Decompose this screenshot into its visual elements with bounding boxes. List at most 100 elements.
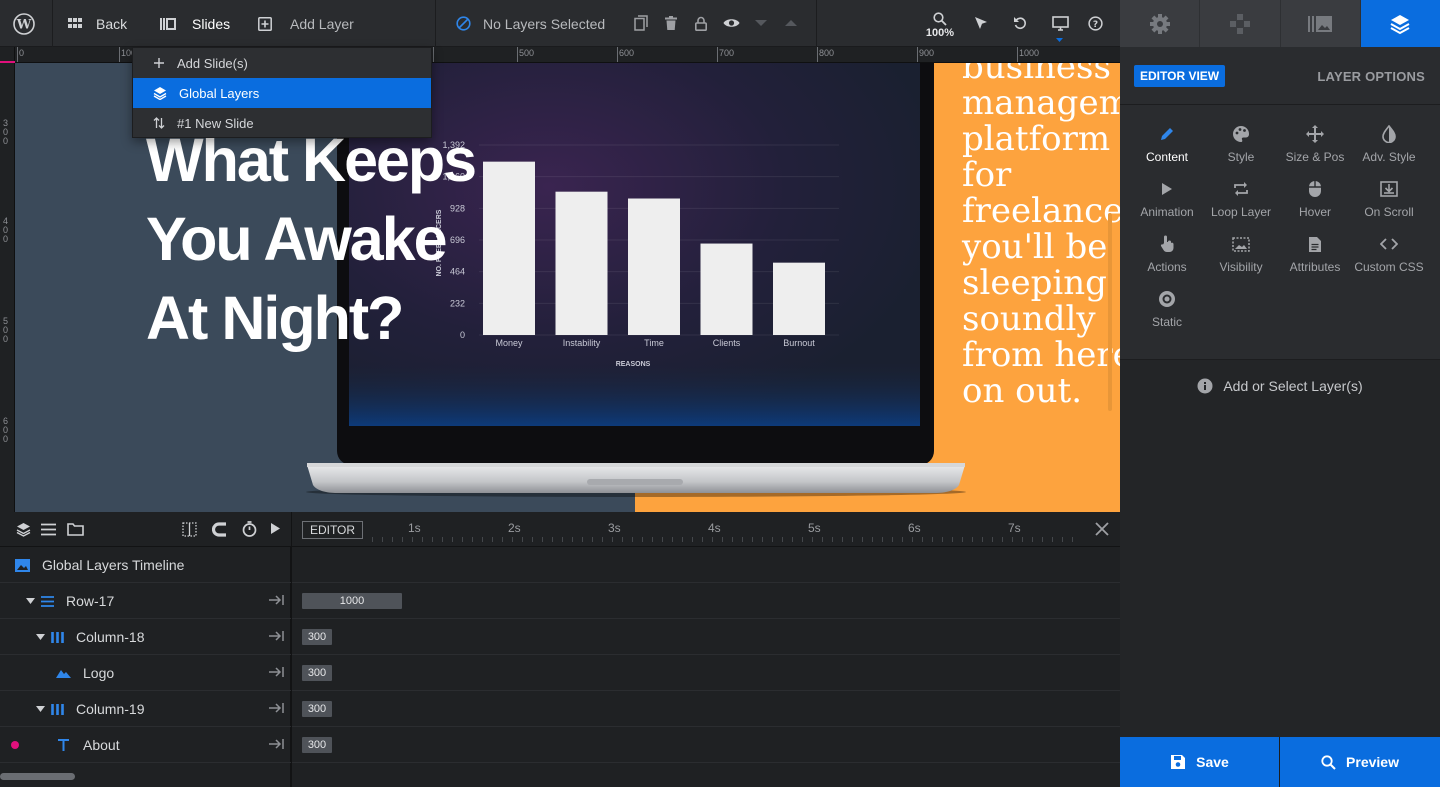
chart-bar-burnout xyxy=(773,262,825,335)
collapse-arrow-icon[interactable] xyxy=(268,593,285,607)
timeline-toolbar: EDITOR 1s 2s 3s 4s 5s 6s 7s xyxy=(0,512,1120,547)
option-size-pos[interactable]: Size & Pos xyxy=(1278,123,1352,175)
editor-view-button[interactable]: EDITOR VIEW xyxy=(1134,65,1226,87)
timeline-tick xyxy=(582,537,583,542)
collapse-arrow-icon[interactable] xyxy=(268,665,285,679)
timeline-tick xyxy=(512,537,513,542)
timeline-second-label: 1s xyxy=(408,521,421,535)
option-visibility[interactable]: Visibility xyxy=(1204,233,1278,285)
timeline-row-logo[interactable]: Logo 300 xyxy=(0,655,1120,691)
target-icon xyxy=(1159,291,1175,307)
play-icon xyxy=(1162,183,1172,195)
hand-pointer-icon xyxy=(1160,235,1174,253)
timeline-tick xyxy=(412,537,413,542)
timeline-row-row-17[interactable]: Row-17 1000 xyxy=(0,583,1120,619)
timeline-tick xyxy=(702,537,703,542)
visibility-button[interactable] xyxy=(722,14,740,32)
undo-button[interactable] xyxy=(1011,14,1029,32)
timeline-magnet-button[interactable] xyxy=(212,522,228,537)
option-custom-css[interactable]: Custom CSS xyxy=(1352,233,1426,285)
menu-item-new-slide[interactable]: #1 New Slide xyxy=(133,108,431,138)
device-desktop-button[interactable] xyxy=(1051,14,1069,32)
timeline-bar[interactable]: 300 xyxy=(302,629,332,645)
timeline-row-column-19[interactable]: Column-19 300 xyxy=(0,691,1120,727)
row-icon xyxy=(41,595,54,607)
timeline-row-column-18[interactable]: Column-18 300 xyxy=(0,619,1120,655)
move-down-button[interactable] xyxy=(752,14,770,32)
tab-navigation[interactable] xyxy=(1200,0,1281,47)
option-style[interactable]: Style xyxy=(1204,123,1278,175)
collapse-arrow-icon[interactable] xyxy=(268,737,285,751)
timeline-layers-button[interactable] xyxy=(16,522,31,537)
timeline-folder-button[interactable] xyxy=(67,522,84,536)
add-layer-button[interactable]: Add Layer xyxy=(258,0,354,47)
timeline-bar[interactable]: 1000 xyxy=(302,593,402,609)
option-hover[interactable]: Hover xyxy=(1278,178,1352,230)
timeline-tick xyxy=(802,537,803,542)
lock-button[interactable] xyxy=(692,14,710,32)
layers-icon xyxy=(16,523,31,537)
timeline-second-label: 2s xyxy=(508,521,521,535)
timeline-tick xyxy=(552,537,553,542)
timeline-bar[interactable]: 300 xyxy=(302,701,332,717)
collapse-arrow-icon[interactable] xyxy=(268,701,285,715)
back-button[interactable]: Back xyxy=(68,0,127,47)
timeline-bar[interactable]: 300 xyxy=(302,665,332,681)
timeline-row-about[interactable]: About 300 xyxy=(0,727,1120,763)
option-animation[interactable]: Animation xyxy=(1130,178,1204,230)
timeline-bar[interactable]: 300 xyxy=(302,737,332,753)
slide-library-icon xyxy=(1308,15,1333,32)
layer-options-panel: EDITOR VIEW LAYER OPTIONS Content Style … xyxy=(1120,47,1440,737)
timeline-close-button[interactable] xyxy=(1094,521,1110,537)
timeline-horizontal-scrollbar[interactable] xyxy=(0,773,75,780)
layer-selection-status: No Layers Selected xyxy=(456,0,605,47)
option-actions[interactable]: Actions xyxy=(1130,233,1204,285)
back-label: Back xyxy=(96,15,128,32)
zoom-control[interactable]: 100% xyxy=(925,12,955,39)
tab-layer-options[interactable] xyxy=(1360,0,1440,47)
timeline-list-button[interactable] xyxy=(41,523,56,536)
option-loop-layer[interactable]: Loop Layer xyxy=(1204,178,1278,230)
delete-button[interactable] xyxy=(662,14,680,32)
option-attributes[interactable]: Attributes xyxy=(1278,233,1352,285)
download-icon xyxy=(1380,181,1398,197)
timeline-editor-chip[interactable]: EDITOR xyxy=(302,521,363,539)
undo-icon xyxy=(1014,17,1026,29)
laptop-base xyxy=(306,463,966,497)
option-static[interactable]: Static xyxy=(1130,288,1204,340)
timeline-tick xyxy=(762,537,763,542)
timeline-tick xyxy=(502,537,503,542)
select-tool-button[interactable] xyxy=(972,14,990,32)
timeline-second-label: 5s xyxy=(808,521,821,535)
duplicate-button[interactable] xyxy=(632,14,650,32)
timeline-tick xyxy=(782,537,783,542)
tab-settings[interactable] xyxy=(1120,0,1201,47)
timeline-tick xyxy=(822,537,823,542)
menu-item-add-slides[interactable]: Add Slide(s) xyxy=(133,48,431,78)
timeline-stopwatch-button[interactable] xyxy=(242,521,257,537)
timeline-tick xyxy=(542,537,543,542)
timeline-grid-button[interactable] xyxy=(182,522,197,537)
timeline-play-button[interactable] xyxy=(270,522,281,535)
option-on-scroll[interactable]: On Scroll xyxy=(1352,178,1426,230)
preview-button[interactable]: Preview xyxy=(1280,737,1440,787)
column-icon xyxy=(51,631,64,643)
timeline-tick xyxy=(652,537,653,542)
slide-headline[interactable]: What Keeps You Awake At Night? xyxy=(146,121,477,358)
timeline-tick xyxy=(562,537,563,542)
timeline-row-global-layers[interactable]: Global Layers Timeline xyxy=(0,547,1120,583)
timeline-tick xyxy=(832,537,833,542)
timeline-tick xyxy=(982,537,983,542)
option-adv-style[interactable]: Adv. Style xyxy=(1352,123,1426,175)
slides-button[interactable]: Slides xyxy=(160,0,230,47)
tab-slide-options[interactable] xyxy=(1280,0,1361,47)
help-button[interactable]: ? xyxy=(1086,14,1104,32)
slide-right-text[interactable]: business management platform for freelan… xyxy=(962,63,1120,409)
menu-item-global-layers[interactable]: Global Layers xyxy=(133,78,431,108)
monitor-icon xyxy=(1051,15,1069,31)
collapse-arrow-icon[interactable] xyxy=(268,629,285,643)
save-button[interactable]: Save xyxy=(1120,737,1279,787)
move-up-button[interactable] xyxy=(782,14,800,32)
wordpress-logo-button[interactable]: W xyxy=(13,0,35,47)
option-content[interactable]: Content xyxy=(1130,123,1204,175)
